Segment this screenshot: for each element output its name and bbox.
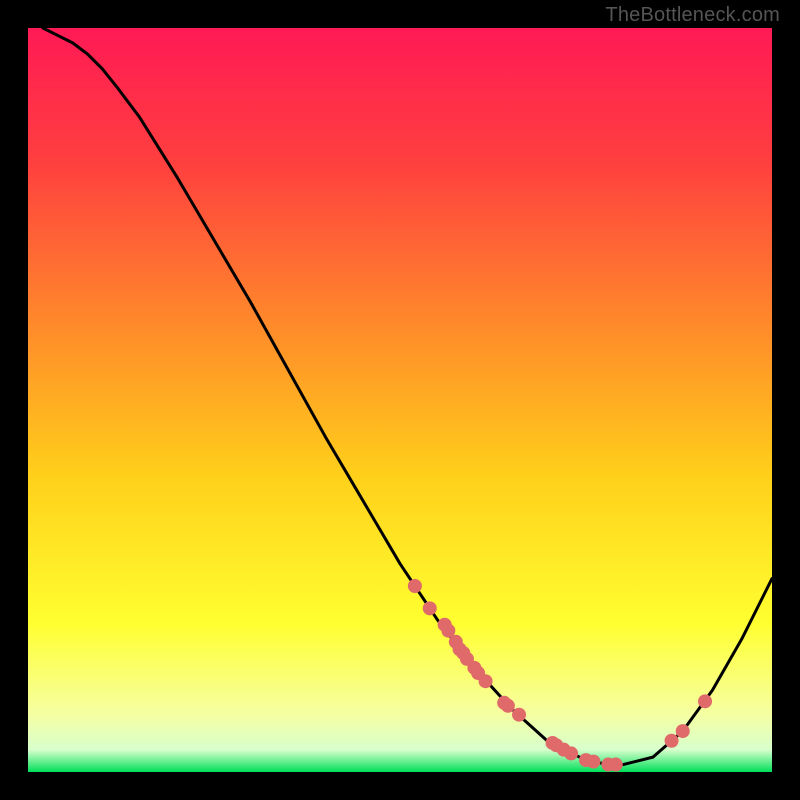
sample-point [479, 674, 493, 688]
sample-point [676, 724, 690, 738]
plot-svg [28, 28, 772, 772]
sample-point [698, 694, 712, 708]
sample-point [609, 758, 623, 772]
chart-canvas: TheBottleneck.com [0, 0, 800, 800]
plot-area [28, 28, 772, 772]
sample-point [564, 746, 578, 760]
sample-point [512, 708, 526, 722]
sample-point [501, 699, 515, 713]
sample-point [586, 755, 600, 769]
sample-point [665, 734, 679, 748]
sample-point [423, 601, 437, 615]
gradient-background [28, 28, 772, 772]
watermark-text: TheBottleneck.com [605, 4, 780, 27]
sample-point [408, 579, 422, 593]
